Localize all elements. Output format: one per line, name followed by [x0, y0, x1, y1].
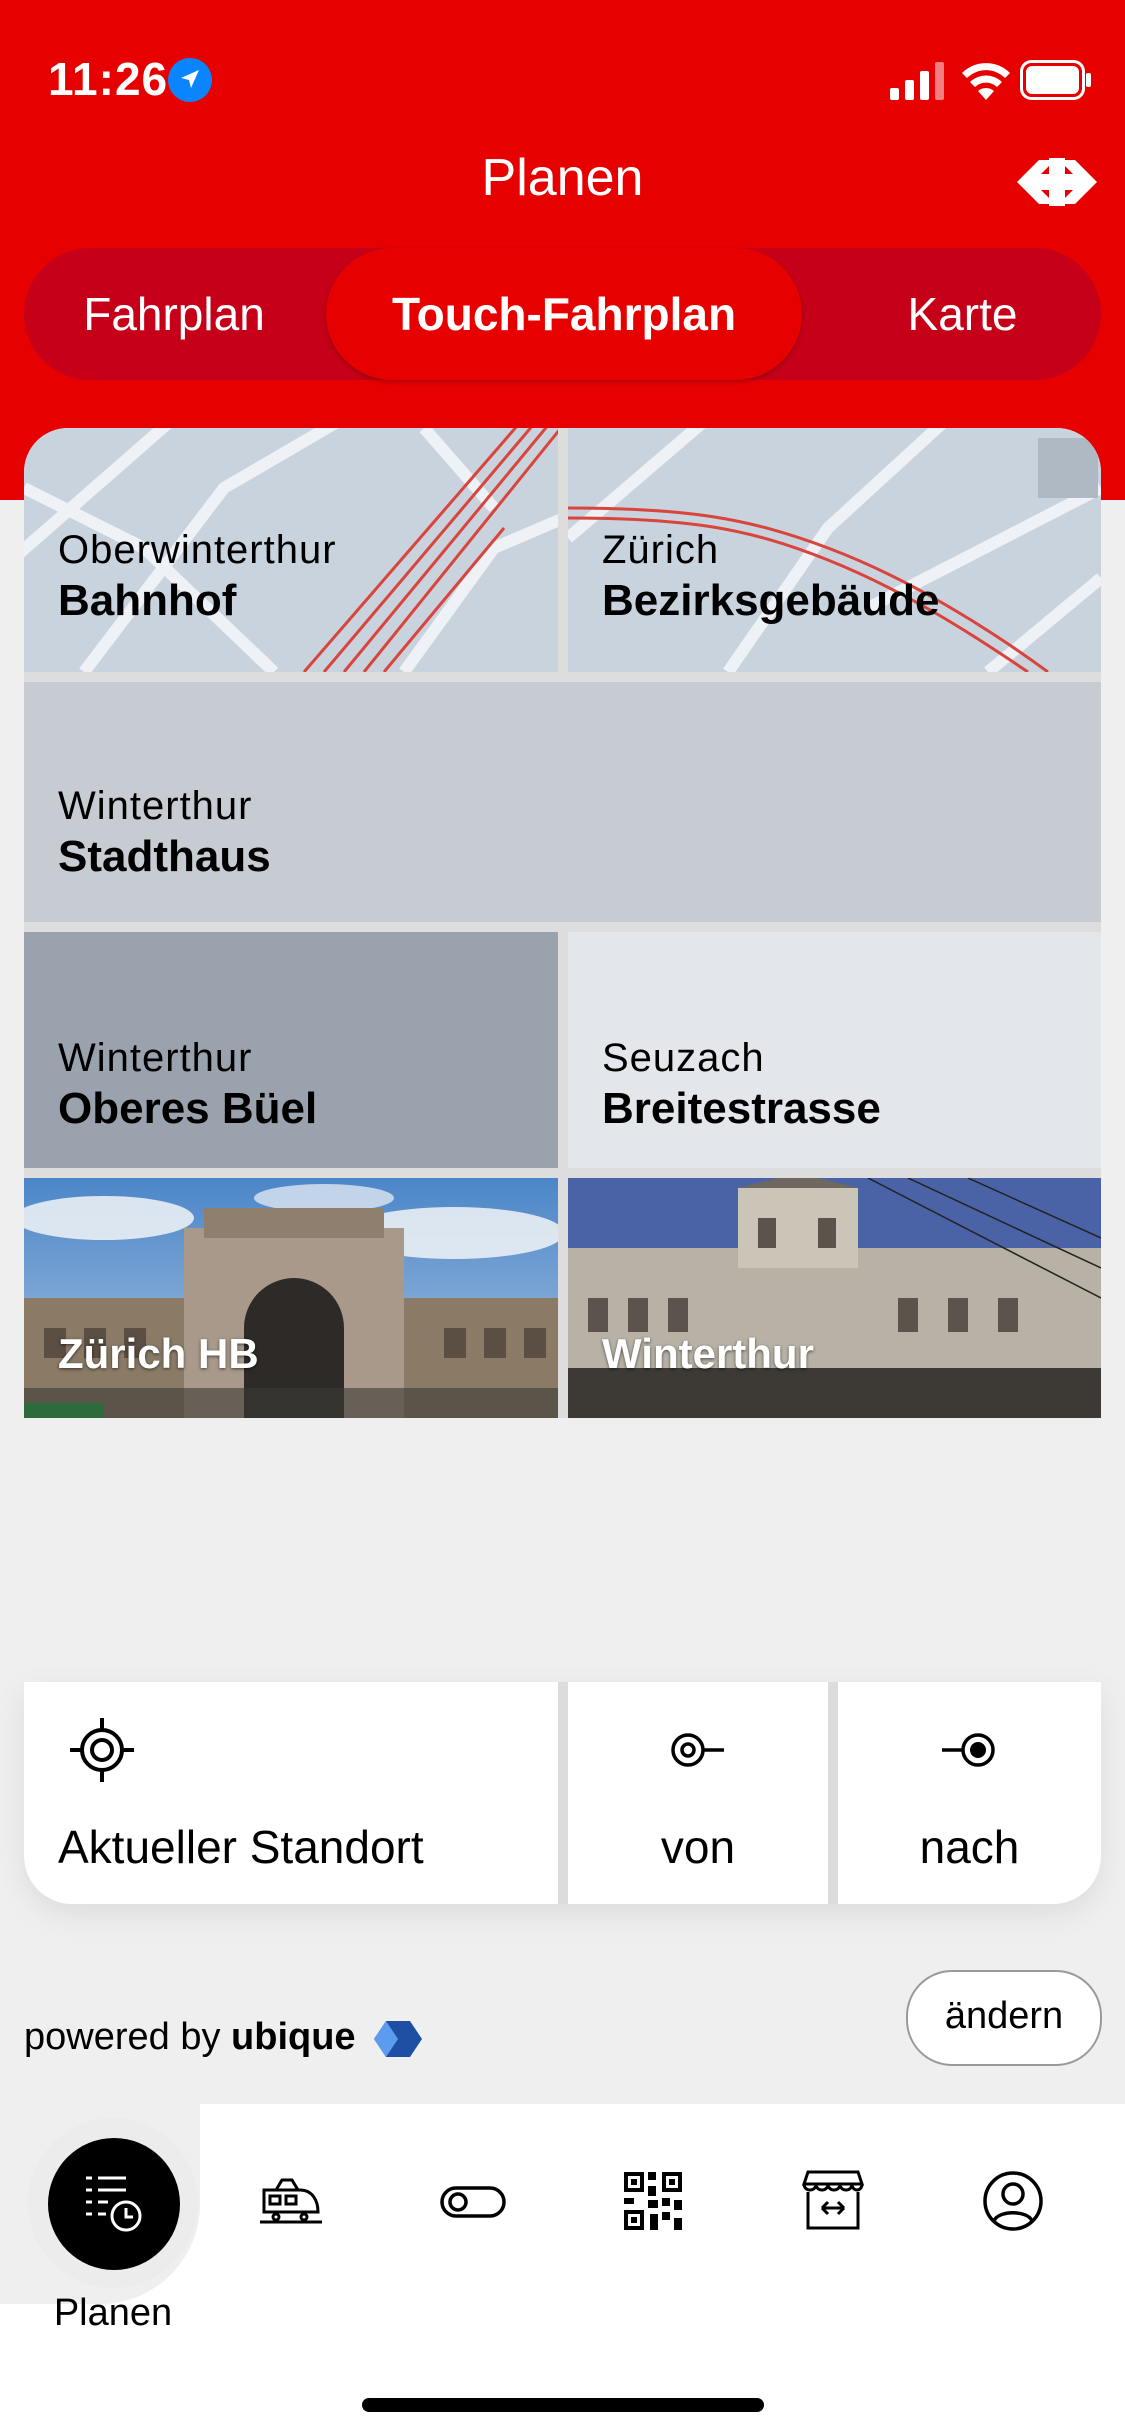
status-time: 11:26 — [48, 53, 169, 105]
powered-by-text: powered by — [24, 2016, 221, 2058]
current-location-label: Aktueller Standort — [58, 1821, 424, 1873]
crosshair-icon — [70, 1718, 134, 1782]
favorites-grid: Oberwinterthur Bahnhof Zürich Bezirksgeb… — [24, 428, 1101, 1418]
tile-line1: Winterthur — [58, 1036, 253, 1080]
location-arrow-icon — [168, 58, 212, 102]
tile-line2: Bahnhof — [58, 576, 237, 625]
favorite-tile-winterthur-oberes-bueel[interactable]: Winterthur Oberes Büel — [24, 932, 558, 1168]
page-title: Planen — [481, 149, 644, 207]
tab-fahrplan[interactable]: Fahrplan — [24, 248, 324, 380]
qr-code-icon[interactable] — [618, 2166, 688, 2236]
tile-line1: Oberwinterthur — [58, 528, 337, 572]
profile-icon[interactable] — [978, 2166, 1048, 2236]
sbb-logo-icon[interactable] — [1015, 154, 1099, 210]
tile-line2: Oberes Büel — [58, 1084, 318, 1133]
current-location-button[interactable]: Aktueller Standort — [24, 1682, 558, 1904]
ticket-shop-icon[interactable] — [798, 2166, 868, 2236]
tab-touch-fahrplan[interactable]: Touch-Fahrplan — [326, 248, 802, 380]
to-button[interactable]: nach — [838, 1682, 1101, 1904]
tab-planen-label: Planen — [53, 2292, 173, 2334]
favorite-tile-zurich-hb[interactable]: Zürich HB — [24, 1178, 558, 1418]
location-actions: Aktueller Standort von nach — [24, 1682, 1101, 1904]
favorite-tile-winterthur[interactable]: Winterthur — [568, 1178, 1101, 1418]
powered-by-credit: powered by ubique — [24, 2016, 424, 2059]
tile-label: Zürich HB — [58, 1330, 259, 1377]
favorite-tile-oberwinterthur-bahnhof[interactable]: Oberwinterthur Bahnhof — [24, 428, 558, 672]
destination-point-icon — [942, 1733, 995, 1767]
from-label: von — [660, 1821, 736, 1873]
home-indicator — [362, 2398, 764, 2412]
mode-segmented-control: Fahrplan Touch-Fahrplan Karte — [24, 248, 1101, 380]
ubique-brand: ubique — [231, 2016, 356, 2058]
tile-line1: Winterthur — [58, 784, 253, 828]
change-button[interactable]: ändern — [906, 1970, 1102, 2066]
ubique-logo-icon — [374, 2020, 423, 2057]
tile-line2: Bezirksgebäude — [602, 576, 940, 625]
status-bar: 11:26 — [0, 0, 1125, 160]
battery-icon — [1020, 60, 1091, 100]
wifi-icon — [962, 63, 1010, 100]
tile-line1: Seuzach — [602, 1036, 765, 1080]
favorite-tile-zurich-bezirksgebaeude[interactable]: Zürich Bezirksgebäude — [568, 428, 1101, 672]
from-button[interactable]: von — [568, 1682, 828, 1904]
favorite-tile-winterthur-stadthaus[interactable]: Winterthur Stadthaus — [24, 682, 1101, 922]
toggle-icon[interactable] — [438, 2166, 508, 2236]
tab-karte[interactable]: Karte — [824, 248, 1101, 380]
origin-point-icon — [671, 1733, 724, 1767]
tile-label: Winterthur — [602, 1330, 814, 1377]
tile-line2: Breitestrasse — [602, 1084, 881, 1133]
tab-planen[interactable] — [48, 2138, 180, 2270]
train-icon[interactable] — [256, 2166, 326, 2236]
station-photo — [24, 1178, 558, 1418]
to-label: nach — [919, 1821, 1020, 1873]
timetable-clock-icon — [86, 2176, 142, 2232]
tile-line1: Zürich — [602, 528, 720, 572]
tile-line2: Stadthaus — [58, 832, 271, 881]
favorite-tile-seuzach-breitestrasse[interactable]: Seuzach Breitestrasse — [568, 932, 1101, 1168]
cellular-signal-icon — [890, 62, 944, 100]
station-photo — [568, 1178, 1101, 1418]
